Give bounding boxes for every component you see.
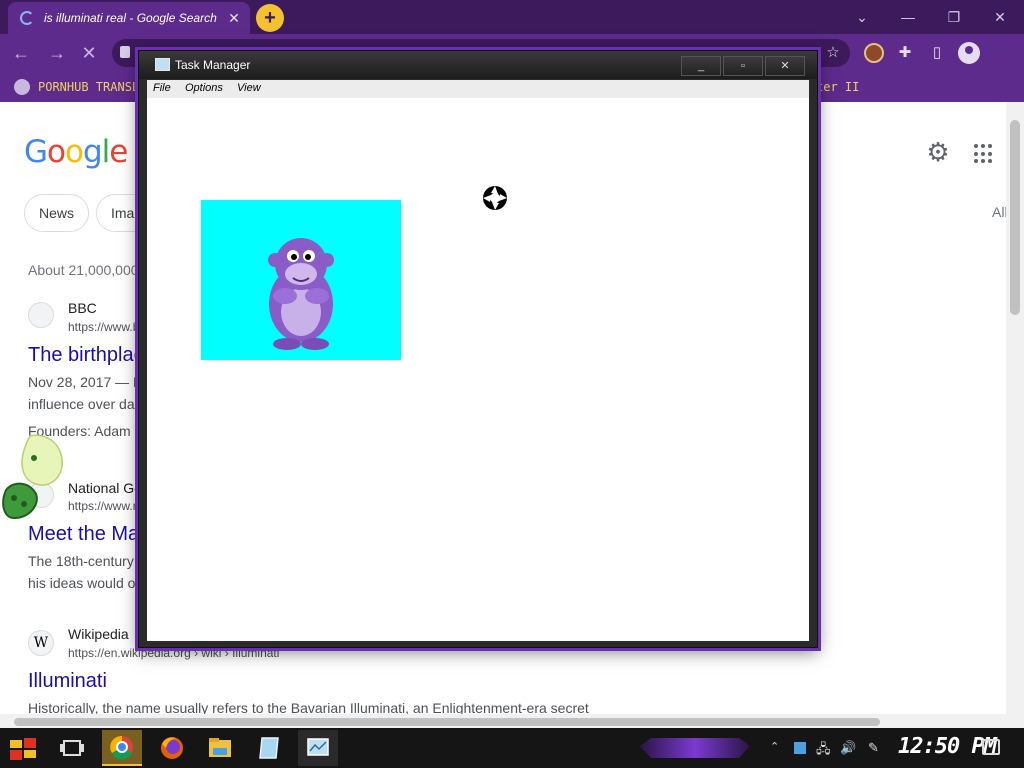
stop-button[interactable]: ✕ <box>76 40 102 66</box>
bookmark-item[interactable]: ter II <box>816 80 859 94</box>
restore-button[interactable]: ❐ <box>934 4 974 30</box>
tray-app-icon[interactable] <box>794 742 806 754</box>
task-manager-content <box>147 98 809 641</box>
result-snippet: his ideas would o <box>28 575 136 591</box>
settings-gear-icon[interactable]: ⚙ <box>924 138 952 166</box>
logo-letter: l <box>101 134 111 170</box>
tm-minimize-button[interactable]: _ <box>681 56 721 76</box>
chip-news[interactable]: News <box>24 194 90 232</box>
logo-letter: G <box>24 134 48 170</box>
result-snippet: influence over daily <box>28 396 148 412</box>
volume-icon[interactable]: 🔊 <box>840 740 856 756</box>
google-apps-icon[interactable] <box>974 144 994 164</box>
chrome-taskbar-icon[interactable] <box>102 730 142 766</box>
result-url[interactable]: https://en.wikipedia.org › wiki › Illumi… <box>68 646 279 660</box>
forward-button[interactable]: → <box>44 40 70 66</box>
logo-letter: e <box>109 134 128 170</box>
bookmark-favicon-icon <box>14 79 30 95</box>
back-button[interactable]: ← <box>8 40 34 66</box>
bookmark-star-icon[interactable]: ☆ <box>822 42 844 64</box>
taskbar-decoration <box>640 738 750 758</box>
tm-maximize-button[interactable]: ▫ <box>723 56 763 76</box>
tab-title: is illuminati real - Google Search <box>44 11 217 25</box>
google-logo[interactable]: Google <box>24 134 128 170</box>
firefox-taskbar-icon[interactable] <box>152 730 192 766</box>
logo-letter: o <box>47 134 66 170</box>
scrollbar-thumb[interactable] <box>1010 120 1020 315</box>
task-manager-window[interactable]: Task Manager _ ▫ ✕ File Options View <box>138 50 818 648</box>
task-manager-titlebar[interactable]: Task Manager _ ▫ ✕ <box>139 51 817 79</box>
loading-spinner-icon <box>20 11 34 25</box>
lock-icon <box>120 46 130 58</box>
menu-file[interactable]: File <box>153 82 171 94</box>
notification-center-icon[interactable] <box>982 739 1000 755</box>
result-snippet: Nov 28, 2017 — M <box>28 374 145 390</box>
result-title[interactable]: Meet the Man <box>28 523 150 546</box>
task-view-icon[interactable] <box>52 730 92 766</box>
start-menu-icon[interactable] <box>8 734 40 762</box>
vertical-scrollbar[interactable] <box>1006 102 1024 730</box>
bbc-favicon-icon <box>28 302 54 328</box>
tab-search-button[interactable]: ⌄ <box>842 4 882 30</box>
purple-gorilla-icon <box>268 238 334 350</box>
minimize-button[interactable]: — <box>888 4 928 30</box>
result-snippet: The 18th-century <box>28 553 134 569</box>
loading-aperture-icon <box>483 186 507 210</box>
task-manager-taskbar-icon[interactable] <box>298 730 338 766</box>
profile-avatar[interactable] <box>958 42 980 64</box>
task-manager-menubar: File Options View <box>147 80 809 98</box>
tray-overflow-chevron-icon[interactable]: ⌃ <box>770 740 779 753</box>
scrollbar-thumb[interactable] <box>14 718 880 726</box>
menu-view[interactable]: View <box>237 82 261 94</box>
task-manager-icon <box>155 58 170 71</box>
logo-letter: g <box>82 134 103 170</box>
logo-letter: o <box>65 134 84 170</box>
result-site-name: BBC <box>68 300 97 316</box>
close-window-button[interactable]: ✕ <box>980 4 1020 30</box>
new-tab-button[interactable]: + <box>256 4 284 32</box>
result-site-name: Wikipedia <box>68 626 129 642</box>
side-panel-icon[interactable]: ▯ <box>926 42 948 64</box>
extension-avatar-icon[interactable] <box>864 43 884 63</box>
bookmark-item[interactable]: PORNHUB TRANSLATOR <box>38 80 142 94</box>
tab-strip: is illuminati real - Google Search ✕ + ⌄… <box>0 0 1024 34</box>
tab-active[interactable]: is illuminati real - Google Search ✕ <box>8 2 250 34</box>
file-explorer-taskbar-icon[interactable] <box>200 730 240 766</box>
notepad-taskbar-icon[interactable] <box>250 730 290 766</box>
network-icon[interactable]: 🖧 <box>816 740 831 762</box>
wikipedia-favicon-icon: W <box>28 630 54 656</box>
menu-options[interactable]: Options <box>185 82 223 94</box>
bonzibuddy-image <box>201 200 401 360</box>
pen-icon[interactable]: ✎ <box>868 740 879 756</box>
extensions-puzzle-icon[interactable]: ✚ <box>894 42 916 64</box>
desktop: is illuminati real - Google Search ✕ + ⌄… <box>0 0 1024 768</box>
taskbar: ⌃ 🖧 🔊 ✎ 12:50 PM <box>0 728 1024 768</box>
task-manager-title: Task Manager <box>175 58 251 72</box>
tm-close-button[interactable]: ✕ <box>765 56 805 76</box>
result-title[interactable]: Illuminati <box>28 670 107 693</box>
tab-close-button[interactable]: ✕ <box>224 8 244 28</box>
desktop-pet-character[interactable] <box>0 432 66 524</box>
